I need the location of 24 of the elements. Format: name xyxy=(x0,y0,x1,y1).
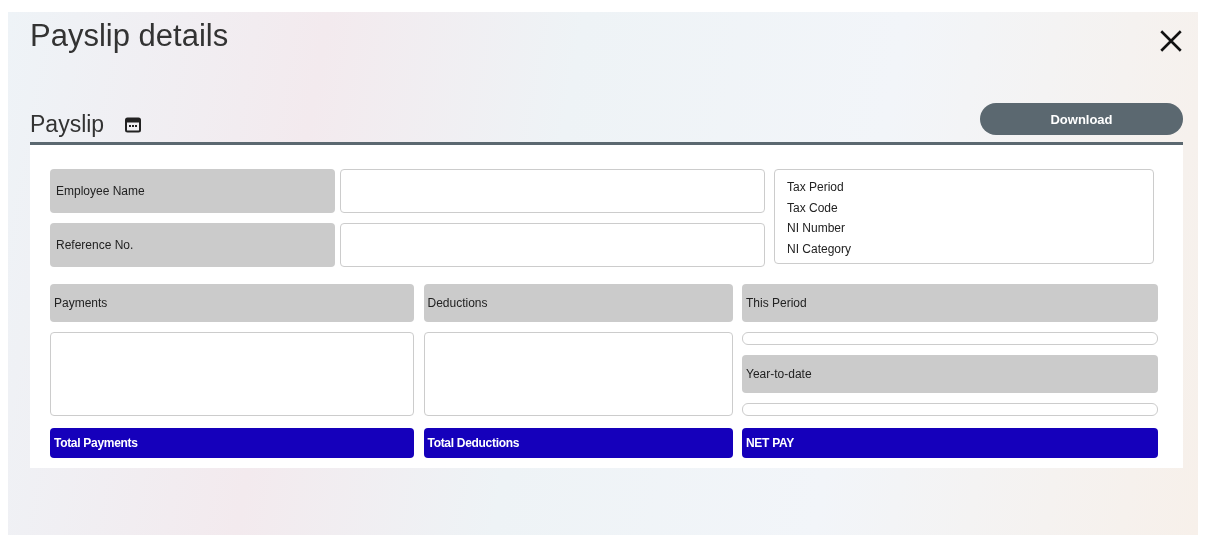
total-label: NET PAY xyxy=(742,428,1158,458)
column-heading: This Period xyxy=(742,284,1158,322)
info-label: NI Number xyxy=(787,221,846,236)
total-label: Total Deductions xyxy=(423,428,733,458)
input-field[interactable] xyxy=(423,332,733,416)
close-icon[interactable] xyxy=(1158,28,1184,54)
input-field[interactable] xyxy=(742,403,1158,416)
total-label: Total Payments xyxy=(50,428,414,458)
column-heading: Deductions xyxy=(423,284,733,322)
field-label: Reference No. xyxy=(50,223,335,267)
section-title: Payslip xyxy=(30,111,105,138)
info-label: NI Category xyxy=(787,241,853,256)
field-label: Employee Name xyxy=(50,169,335,213)
input-field[interactable] xyxy=(50,332,414,416)
input-field[interactable] xyxy=(340,169,765,213)
input-field[interactable] xyxy=(742,332,1158,345)
column-heading: Payments xyxy=(50,284,414,322)
info-label: Tax Code xyxy=(787,200,839,215)
info-label: Tax Period xyxy=(787,180,845,195)
input-field[interactable] xyxy=(340,223,765,267)
download-button[interactable]: Download xyxy=(980,103,1183,135)
dialog-title: Payslip details xyxy=(30,18,229,54)
calendar-icon[interactable] xyxy=(124,115,143,134)
column-heading: Year-to-date xyxy=(742,355,1158,393)
